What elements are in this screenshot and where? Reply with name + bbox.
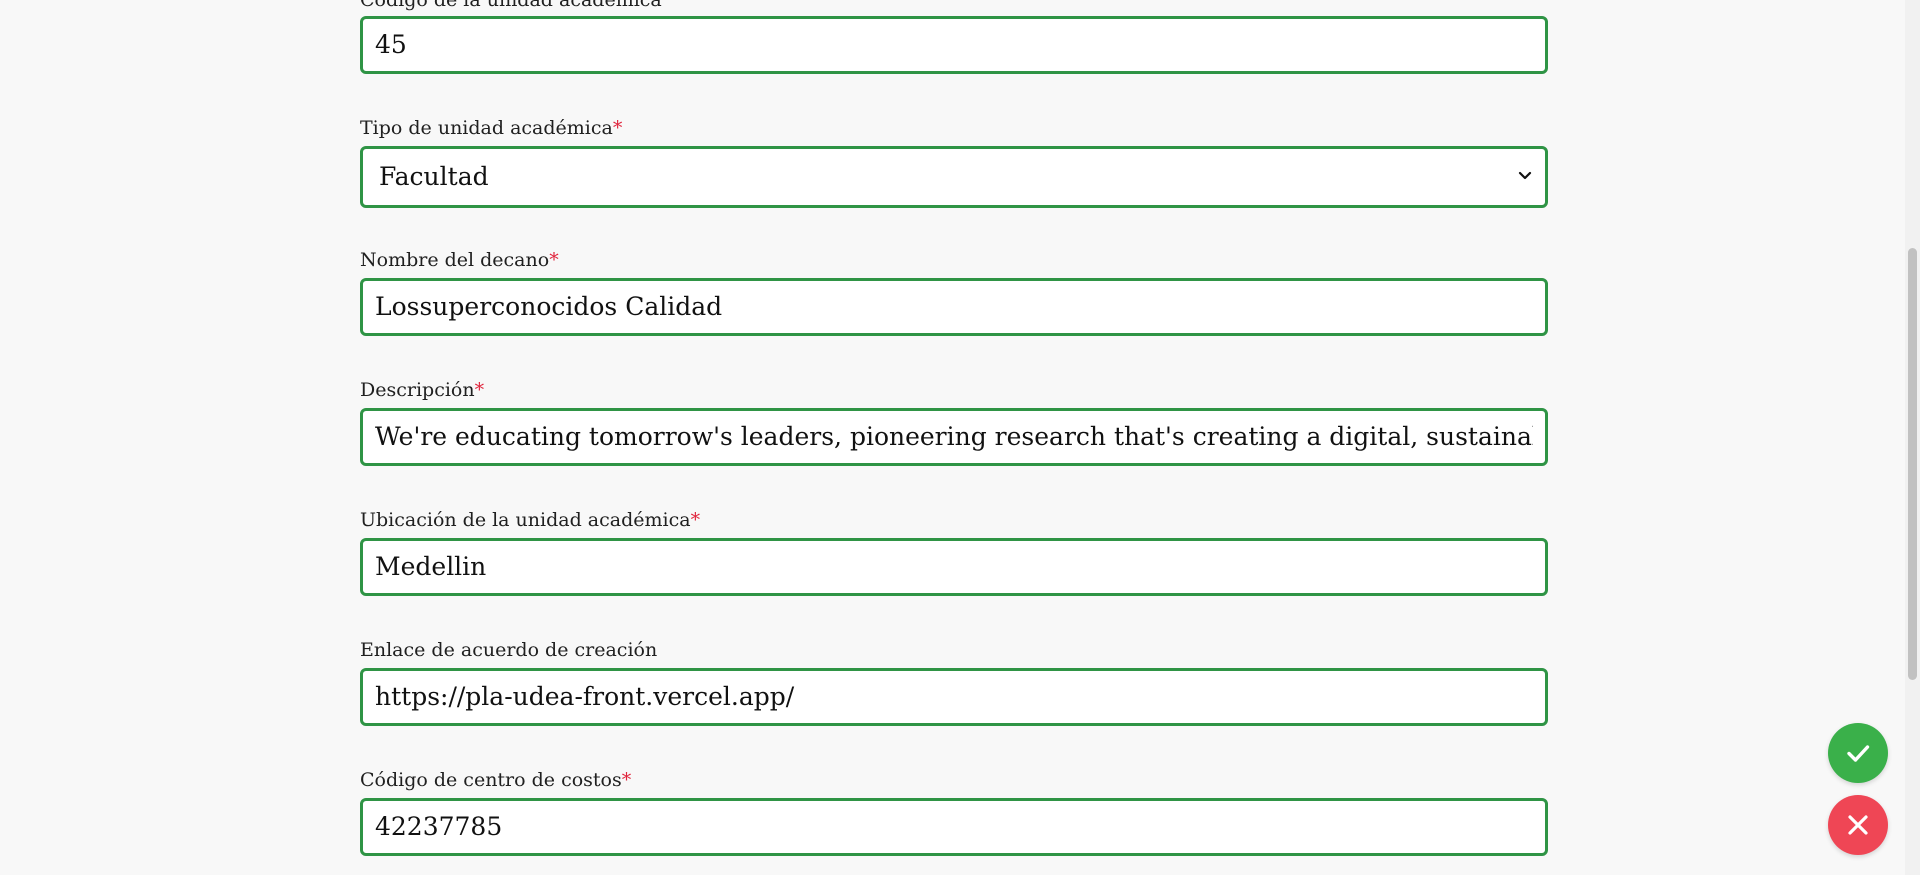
required-mark: * — [612, 117, 623, 139]
confirm-button[interactable] — [1828, 723, 1888, 783]
input-value: 45 — [375, 30, 407, 59]
codigo-unidad-input[interactable]: 45 — [360, 16, 1548, 74]
nombre-decano-input[interactable]: Lossuperconocidos Calidad — [360, 278, 1548, 336]
input-value: Medellin — [375, 552, 487, 581]
input-value: We're educating tomorrow's leaders, pion… — [375, 422, 1533, 451]
ubicacion-input[interactable]: Medellin — [360, 538, 1548, 596]
input-value: https://pla-udea-front.vercel.app/ — [375, 682, 795, 711]
check-icon — [1847, 745, 1870, 762]
field-label: Código de la unidad académica — [360, 0, 662, 12]
field-label-text: Descripción — [360, 379, 475, 401]
chevron-down-icon — [1518, 171, 1532, 180]
required-mark: * — [549, 249, 559, 271]
cancel-button[interactable] — [1828, 795, 1888, 855]
enlace-acuerdo-input[interactable]: https://pla-udea-front.vercel.app/ — [360, 668, 1548, 726]
field-label-text: Tipo de unidad académica — [360, 117, 613, 139]
vertical-scrollbar[interactable] — [1905, 0, 1920, 875]
required-mark: * — [474, 379, 485, 401]
descripcion-input[interactable]: We're educating tomorrow's leaders, pion… — [360, 408, 1548, 466]
field-label: Código de centro de costos* — [360, 768, 631, 792]
field-label-text: Código de la unidad académica — [360, 0, 662, 11]
field-label-text: Código de centro de costos — [360, 769, 622, 791]
field-label: Descripción* — [360, 378, 484, 402]
centro-costos-input[interactable]: 42237785 — [360, 798, 1548, 856]
field-label-text: Ubicación de la unidad académica — [360, 509, 691, 531]
required-mark: * — [621, 769, 632, 791]
select-value: Facultad — [379, 162, 489, 191]
scrollbar-thumb[interactable] — [1908, 248, 1917, 680]
input-value: 42237785 — [375, 812, 503, 841]
tipo-unidad-select[interactable]: Facultad — [360, 146, 1548, 208]
field-label-text: Enlace de acuerdo de creación — [360, 639, 658, 661]
field-label: Nombre del decano* — [360, 248, 559, 272]
page: Código de la unidad académica 45 Tipo de… — [0, 0, 1920, 875]
field-label: Tipo de unidad académica* — [360, 116, 622, 140]
field-label: Ubicación de la unidad académica* — [360, 508, 700, 532]
close-icon — [1848, 815, 1868, 835]
field-label-text: Nombre del decano — [360, 249, 550, 271]
input-value: Lossuperconocidos Calidad — [375, 292, 723, 321]
required-mark: * — [690, 509, 701, 531]
field-label: Enlace de acuerdo de creación — [360, 638, 657, 662]
